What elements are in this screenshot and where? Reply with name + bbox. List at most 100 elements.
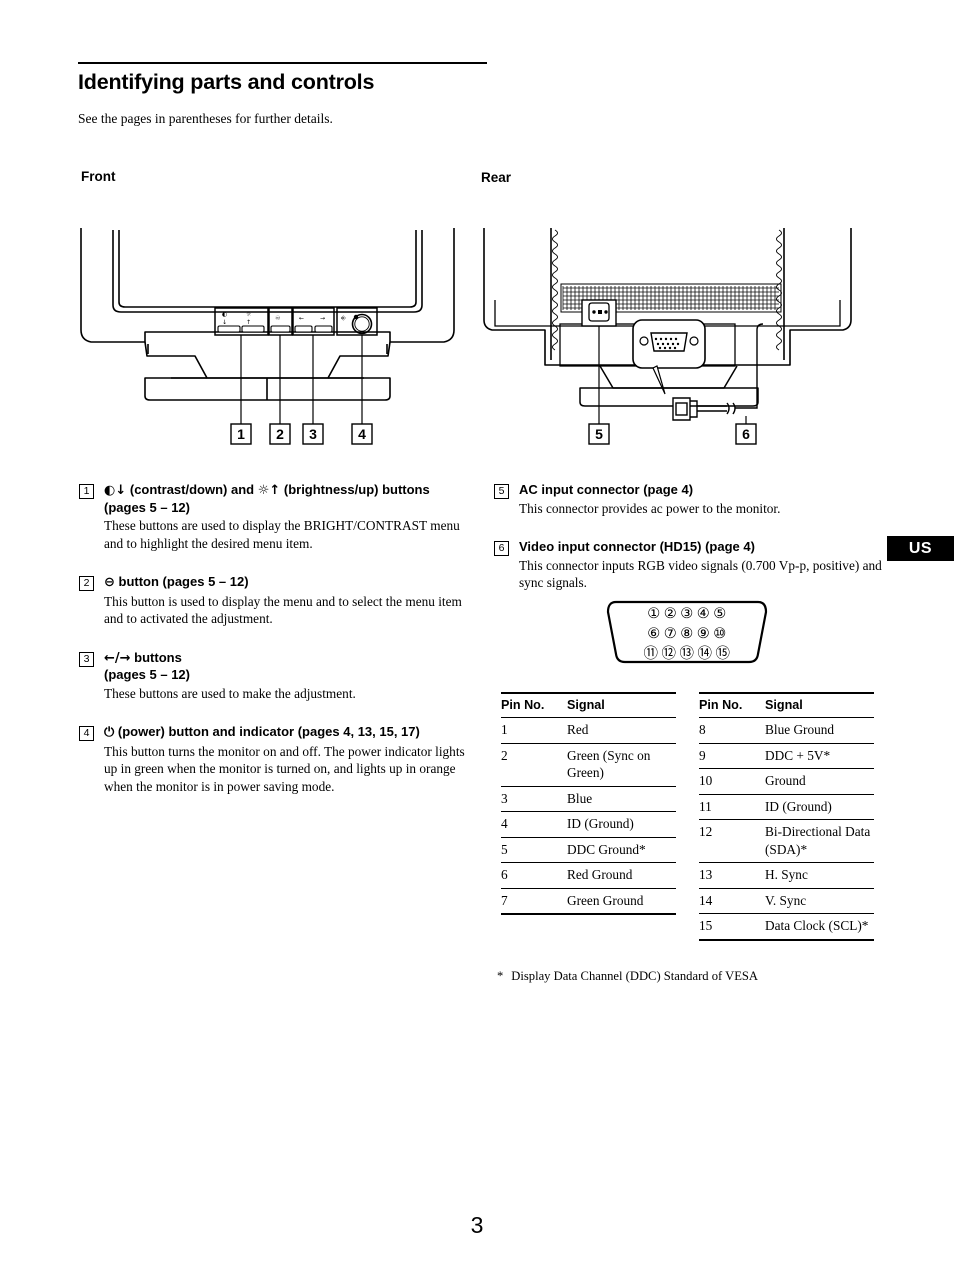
pin-marker-6: ⑥: [647, 625, 661, 642]
cell-signal: DDC Ground*: [567, 837, 676, 863]
table-row: 7 Green Ground: [501, 888, 676, 915]
left-right-arrows-icon: ←/→: [104, 650, 131, 666]
table-row: 14 V. Sync: [699, 888, 874, 914]
cell-pin-no: 15: [699, 913, 765, 941]
svg-text:2: 2: [276, 426, 284, 442]
cell-pin-no: 7: [501, 888, 567, 915]
cell-pin-no: 6: [501, 862, 567, 889]
pin-marker-5: ⑤: [713, 605, 727, 622]
cell-signal: Blue Ground: [765, 717, 874, 744]
svg-text:→: →: [320, 315, 325, 322]
cell-signal: Ground: [765, 768, 874, 795]
svg-text:4: 4: [358, 426, 366, 442]
pin-marker-2: ②: [663, 605, 678, 622]
table-header-row: Pin No. Signal: [501, 693, 676, 718]
table-row: 9 DDC + 5V*: [699, 743, 874, 769]
front-item-2-number: 2: [79, 576, 94, 591]
front-item-2: 2 ⊖ button (pages 5 – 12) This button is…: [79, 574, 474, 628]
manual-page: Identifying parts and controls See the p…: [0, 0, 954, 1274]
table-row: 8 Blue Ground: [699, 717, 874, 744]
cell-signal: Green Ground: [567, 888, 676, 915]
svg-text:☼: ☼: [246, 311, 252, 318]
rear-item-5: 5 AC input connector (page 4) This conne…: [494, 482, 889, 517]
brightness-up-icon: ☼↑: [257, 483, 281, 498]
cell-pin-no: 13: [699, 862, 765, 889]
table-row: 10 Ground: [699, 768, 874, 795]
svg-text:5: 5: [595, 426, 603, 442]
pin-marker-12: ⑫: [661, 645, 677, 662]
cell-signal: Green (Sync on Green): [567, 743, 676, 787]
cell-signal: Red: [567, 717, 676, 744]
cell-signal: V. Sync: [765, 888, 874, 914]
title-rule: [78, 62, 487, 64]
contrast-down-icon: ◐↓: [104, 483, 127, 498]
pin-marker-3: ③: [680, 605, 694, 622]
cell-pin-no: 4: [501, 811, 567, 838]
column-header-signal: Signal: [765, 698, 803, 712]
pin-marker-15: ⑮: [715, 645, 731, 662]
table-row: 6 Red Ground: [501, 862, 676, 889]
svg-text:◐: ◐: [222, 311, 227, 318]
pin-assignment-table-right: Pin No. Signal 8 Blue Ground 9 DDC + 5V*…: [699, 692, 874, 941]
pin-diagram-row-2: ⑥ ⑦ ⑧ ⑨ ⑩: [602, 625, 772, 644]
pin-marker-10: ⑩: [713, 625, 727, 642]
svg-text:♾: ♾: [275, 315, 280, 322]
front-item-2-heading-post: button (pages 5 – 12): [114, 574, 249, 589]
rear-item-5-body: This connector provides ac power to the …: [519, 500, 781, 516]
cell-pin-no: 3: [501, 786, 567, 812]
front-item-4-heading: ⏻ (power) button and indicator (pages 4,…: [104, 724, 474, 742]
table-row: 3 Blue: [501, 786, 676, 812]
cell-signal: Red Ground: [567, 862, 676, 889]
pin-marker-1: ①: [647, 605, 661, 622]
front-item-2-heading: ⊖ button (pages 5 – 12): [104, 574, 474, 592]
front-item-3-heading: ←/→ buttons: [104, 650, 474, 668]
table-row: 2 Green (Sync on Green): [501, 743, 676, 787]
svg-text:1: 1: [237, 426, 245, 442]
pin-diagram-row-1: ① ② ③ ④ ⑤: [602, 605, 772, 624]
rear-item-6-body: This connector inputs RGB video signals …: [519, 557, 882, 591]
table-row: 11 ID (Ground): [699, 794, 874, 820]
front-item-4-body: This button turns the monitor on and off…: [104, 743, 465, 794]
front-item-1-body: These buttons are used to display the BR…: [104, 518, 460, 551]
menu-button-icon: ⊖: [104, 575, 115, 590]
table-row: 15 Data Clock (SCL)*: [699, 913, 874, 941]
front-item-3: 3 ←/→ buttons (pages 5 – 12) These butto…: [79, 650, 474, 703]
svg-text:6: 6: [742, 426, 750, 442]
table-row: 13 H. Sync: [699, 862, 874, 889]
front-item-4-heading-post: (power) button and indicator (pages 4, 1…: [114, 724, 420, 739]
footnote-text: Display Data Channel (DDC) Standard of V…: [511, 969, 759, 983]
front-item-3-number: 3: [79, 651, 94, 667]
rear-item-6-heading: Video input connector (HD15) (page 4): [519, 539, 755, 554]
cell-signal: Bi-Directional Data (SDA)*: [765, 819, 874, 863]
table-row: 5 DDC Ground*: [501, 837, 676, 863]
table-row: 4 ID (Ground): [501, 811, 676, 838]
cell-pin-no: 14: [699, 888, 765, 914]
page-title: Identifying parts and controls: [78, 70, 375, 94]
svg-text:↓: ↓: [222, 319, 227, 326]
pin-marker-14: ⑭: [697, 645, 713, 662]
table-header-row: Pin No. Signal: [699, 693, 874, 718]
column-header-signal: Signal: [567, 698, 605, 712]
pin-marker-4: ④: [696, 605, 711, 622]
front-parts-list: 1 ◐↓ (contrast/down) and ☼↑ (brightness/…: [79, 482, 474, 812]
pin-marker-13: ⑬: [679, 645, 695, 662]
cell-pin-no: 1: [501, 717, 567, 744]
pin-marker-9: ⑨: [696, 625, 711, 642]
pin-marker-7: ⑦: [663, 625, 678, 642]
cell-signal: H. Sync: [765, 862, 874, 889]
column-header-pin-no: Pin No.: [699, 698, 743, 712]
page-number: 3: [470, 1212, 484, 1238]
rear-item-5-heading: AC input connector (page 4): [519, 482, 694, 497]
pin-diagram-row-3: ⑪ ⑫ ⑬ ⑭ ⑮: [602, 645, 772, 664]
cell-pin-no: 9: [699, 743, 765, 769]
cell-pin-no: 10: [699, 768, 765, 795]
footnote: * Display Data Channel (DDC) Standard of …: [497, 969, 758, 984]
cell-pin-no: 11: [699, 794, 765, 820]
front-item-1-heading: ◐↓ (contrast/down) and ☼↑ (brightness/up…: [104, 482, 474, 516]
front-monitor-diagram: ◐ ↓ ☼ ↑ ♾ ← → ⎆ 1 2 3 4: [75, 220, 460, 460]
section-heading-rear: Rear: [481, 170, 512, 185]
hd15-pin-diagram: ① ② ③ ④ ⑤ ⑥ ⑦ ⑧ ⑨ ⑩ ⑪ ⑫ ⑬ ⑭ ⑮: [602, 600, 772, 666]
front-item-1: 1 ◐↓ (contrast/down) and ☼↑ (brightness/…: [79, 482, 474, 552]
front-item-4-number: 4: [79, 726, 94, 741]
rear-monitor-diagram: 5 6: [475, 220, 860, 460]
